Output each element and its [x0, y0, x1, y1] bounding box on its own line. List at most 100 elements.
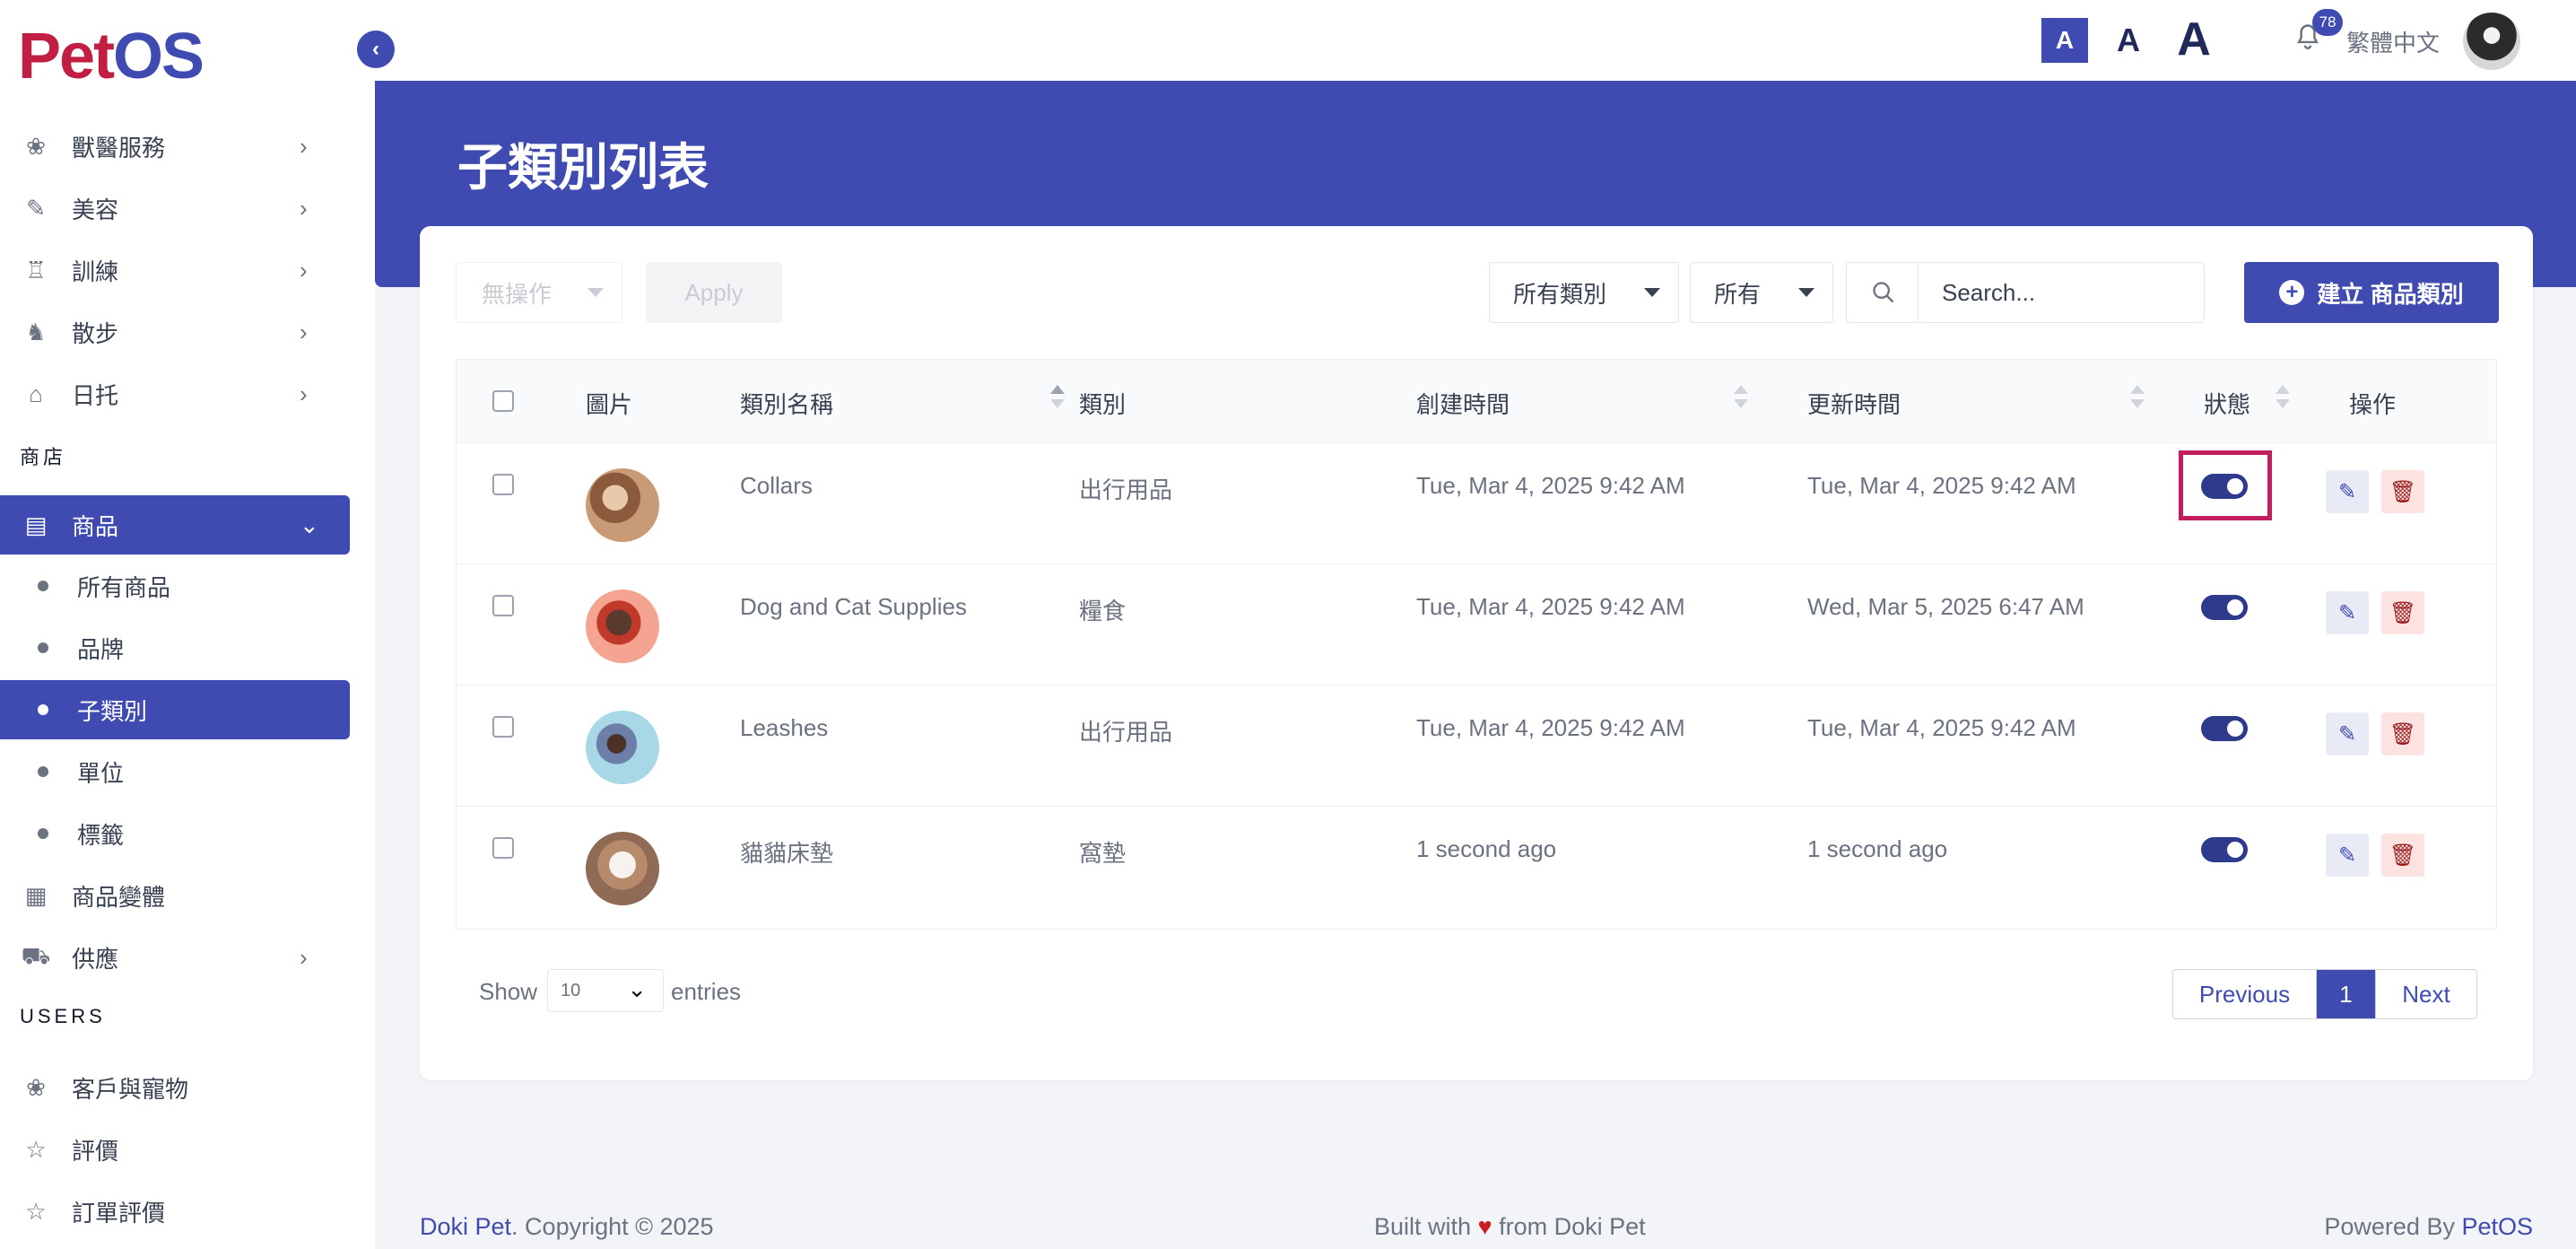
topbar: A A A 78 繁體中文 [375, 0, 2576, 81]
updated-time: Tue, Mar 4, 2025 9:42 AM [1807, 714, 2076, 741]
font-size-small-button[interactable]: A [2041, 18, 2088, 63]
status-filter-select[interactable]: 所有 [1690, 262, 1833, 323]
section-label-users: USERS [20, 1005, 106, 1027]
sidebar-item-customers[interactable]: ❀ 客戶與寵物 [0, 1058, 350, 1117]
category-parent: 窩墊 [1079, 840, 1127, 867]
header-name[interactable]: 類別名稱 [740, 387, 833, 420]
sidebar-item-label: 所有商品 [77, 573, 171, 601]
subcategory-table: 圖片 類別名稱 類別 創建時間 更新時間 狀態 操作 Collars 出行用品 … [456, 359, 2497, 930]
page-size-select[interactable]: 10 ⌄ [547, 969, 664, 1012]
sidebar-subitem-brands[interactable]: 品牌 [0, 618, 350, 677]
header-category: 類別 [1079, 391, 1127, 418]
category-filter-select[interactable]: 所有類別 [1489, 262, 1679, 323]
sidebar-item-label: 商品變體 [72, 883, 166, 911]
category-image [586, 832, 659, 905]
delete-button[interactable]: 🗑 [2381, 712, 2424, 756]
sidebar-item-label: 訂單評價 [72, 1199, 166, 1227]
header-status[interactable]: 狀態 [2204, 387, 2250, 420]
app-logo[interactable]: PetOS [18, 20, 205, 93]
sort-icon[interactable] [1734, 385, 1748, 415]
sidebar-subitem-subcategories[interactable]: 子類別 [0, 680, 350, 739]
footer-powered-link[interactable]: PetOS [2461, 1213, 2533, 1240]
chevron-down-icon: ⌄ [627, 975, 647, 1002]
sidebar-subitem-tags[interactable]: 標籤 [0, 804, 350, 863]
category-image [586, 711, 659, 784]
category-name: Dog and Cat Supplies [740, 593, 967, 620]
select-all-checkbox[interactable] [492, 390, 514, 412]
pencil-icon: ✎ [2337, 721, 2357, 747]
created-time: 1 second ago [1416, 835, 1557, 862]
trash-icon: 🗑 [2389, 600, 2417, 625]
edit-button[interactable]: ✎ [2326, 470, 2369, 513]
store-icon: ▤ [24, 511, 48, 538]
edit-button[interactable]: ✎ [2326, 834, 2369, 877]
sidebar-item-label: 標籤 [77, 821, 125, 849]
next-page-button[interactable]: Next [2376, 970, 2476, 1018]
row-checkbox[interactable] [492, 595, 514, 616]
subcategory-card: 無操作 Apply 所有類別 所有 + 建立 商品類別 圖片 類別名稱 類別 創… [420, 226, 2533, 1080]
sidebar-item-daycare[interactable]: ⌂ 日托 › [0, 364, 350, 424]
delete-button[interactable]: 🗑 [2381, 591, 2424, 634]
pagination: Previous 1 Next [2172, 969, 2477, 1019]
truck-icon: ⛟ [21, 941, 51, 969]
sidebar-item-label: 散步 [72, 319, 119, 347]
sort-icon[interactable] [2130, 385, 2145, 415]
sidebar-collapse-button[interactable]: ‹ [357, 31, 395, 68]
delete-button[interactable]: 🗑 [2381, 834, 2424, 877]
paw-icon: ❀ [26, 1073, 46, 1101]
sidebar-item-vet[interactable]: ❀ 獸醫服務 › [0, 117, 350, 176]
footer-brand-link[interactable]: Doki Pet [420, 1213, 511, 1240]
sidebar-subitem-units[interactable]: 單位 [0, 742, 350, 801]
header-created[interactable]: 創建時間 [1416, 387, 1510, 420]
category-name: Collars [740, 472, 813, 499]
sidebar-item-label: 客戶與寵物 [72, 1075, 189, 1103]
edit-button[interactable]: ✎ [2326, 591, 2369, 634]
sidebar-item-label: 評價 [72, 1137, 119, 1165]
sort-icon[interactable] [2276, 385, 2290, 415]
sidebar: PetOS ❀ 獸醫服務 › ✎ 美容 › ♖ 訓練 › ♞ 散步 › ⌂ 日托… [0, 0, 375, 1249]
sidebar-item-grooming[interactable]: ✎ 美容 › [0, 179, 350, 238]
table-row: Leashes 出行用品 Tue, Mar 4, 2025 9:42 AM Tu… [457, 685, 2496, 806]
sidebar-item-supply[interactable]: ⛟ 供應 › [0, 928, 350, 987]
sidebar-item-products[interactable]: ▤ 商品 ⌄ [0, 495, 350, 555]
apply-button[interactable]: Apply [646, 262, 782, 323]
category-image [586, 468, 659, 542]
header-actions: 操作 [2349, 391, 2397, 418]
status-toggle[interactable] [2201, 474, 2248, 499]
chevron-left-icon: ‹ [372, 37, 379, 61]
sort-icon[interactable] [1050, 385, 1065, 415]
bulk-action-select[interactable]: 無操作 [456, 262, 622, 323]
search-input[interactable] [1918, 262, 2205, 323]
row-checkbox[interactable] [492, 837, 514, 859]
page-number-button[interactable]: 1 [2317, 970, 2376, 1018]
status-toggle[interactable] [2201, 837, 2248, 862]
status-toggle[interactable] [2201, 595, 2248, 620]
trophy-icon: ♖ [25, 256, 47, 284]
delete-button[interactable]: 🗑 [2381, 470, 2424, 513]
sidebar-item-training[interactable]: ♖ 訓練 › [0, 240, 350, 300]
sidebar-item-reviews[interactable]: ☆ 評價 [0, 1120, 350, 1179]
header-updated[interactable]: 更新時間 [1807, 387, 1901, 420]
language-switcher[interactable]: 繁體中文 [2346, 25, 2440, 58]
sidebar-item-order-reviews[interactable]: ☆ 訂單評價 [0, 1182, 350, 1241]
daycare-icon: ⌂ [29, 380, 43, 407]
create-category-button[interactable]: + 建立 商品類別 [2244, 262, 2499, 323]
table-row: Collars 出行用品 Tue, Mar 4, 2025 9:42 AM Tu… [457, 442, 2496, 563]
font-size-large-button[interactable]: A [2167, 13, 2221, 66]
sidebar-subitem-all-products[interactable]: 所有商品 [0, 556, 350, 616]
status-toggle[interactable] [2201, 716, 2248, 741]
edit-button[interactable]: ✎ [2326, 712, 2369, 756]
caret-down-icon [1644, 288, 1660, 297]
paw-icon: ❀ [26, 132, 46, 160]
row-checkbox[interactable] [492, 716, 514, 738]
avatar[interactable] [2463, 13, 2520, 70]
sidebar-item-variants[interactable]: ▦ 商品變體 [0, 866, 350, 925]
pencil-icon: ✎ [2337, 843, 2357, 868]
chevron-right-icon: › [300, 318, 308, 345]
font-size-medium-button[interactable]: A [2106, 18, 2151, 63]
previous-page-button[interactable]: Previous [2173, 970, 2317, 1018]
heart-icon: ♥ [1477, 1213, 1493, 1240]
sidebar-item-walking[interactable]: ♞ 散步 › [0, 302, 350, 362]
row-checkbox[interactable] [492, 474, 514, 495]
chevron-right-icon: › [300, 943, 308, 971]
